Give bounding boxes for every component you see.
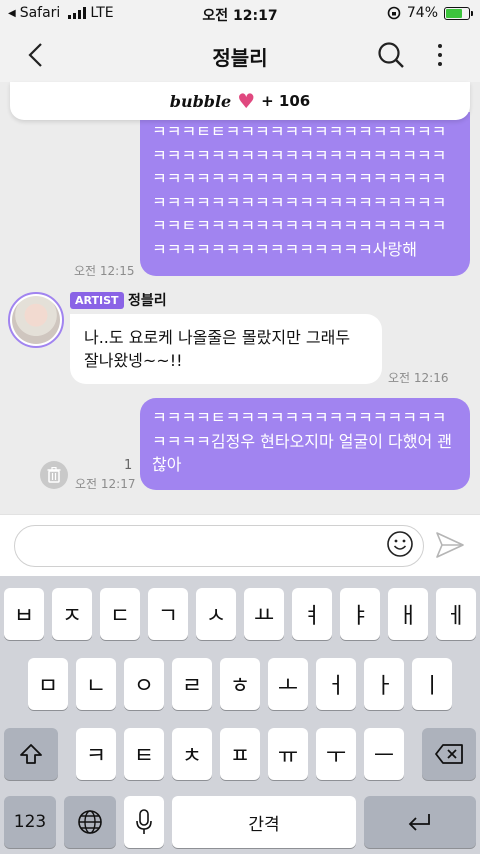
search-icon[interactable] (376, 40, 406, 70)
outgoing-message[interactable]: ㅋㅋㅋㅌㅌㅋㅋㅋㅋㅋㅋㅋㅋㅋㅋㅋㅋㅋㅋㅋㅋㅋㅋㅋㅋㅋㅋㅋㅋㅋㅋㅋㅋㅋㅋㅋㅋㅋㅋㅋ… (140, 112, 470, 276)
key[interactable]: ㅣ (412, 658, 452, 710)
globe-icon (78, 810, 102, 834)
shift-key[interactable] (4, 728, 58, 780)
key[interactable]: ㅐ (388, 588, 428, 640)
key[interactable]: ㅛ (244, 588, 284, 640)
key[interactable]: ㅑ (340, 588, 380, 640)
artist-badge: ARTIST (70, 292, 124, 309)
globe-key[interactable] (64, 796, 116, 848)
key[interactable]: ㅕ (292, 588, 332, 640)
bubble-logo: bubble (169, 91, 232, 111)
key[interactable]: ㅅ (196, 588, 236, 640)
keyboard: 123 간격 ㅂㅈㄷㄱㅅㅛㅕㅑㅐㅔㅁㄴㅇㄹㅎㅗㅓㅏㅣㅋㅌㅊㅍㅠㅜㅡ (0, 576, 480, 854)
backspace-key[interactable] (422, 728, 476, 780)
key[interactable]: ㅓ (316, 658, 356, 710)
key[interactable]: ㅍ (220, 728, 260, 780)
key[interactable]: ㅠ (268, 728, 308, 780)
key[interactable]: ㄹ (172, 658, 212, 710)
return-icon (408, 814, 430, 831)
key[interactable]: ㅌ (124, 728, 164, 780)
send-icon[interactable] (434, 530, 466, 560)
key[interactable]: ㄷ (100, 588, 140, 640)
message-timestamp: 오전 12:16 (388, 371, 449, 385)
key[interactable]: ㅊ (172, 728, 212, 780)
rotation-lock-icon (387, 6, 401, 20)
bubble-count: + 106 (261, 92, 311, 110)
status-bar: ◀ Safari LTE 오전 12:17 74% (0, 0, 480, 28)
message-input[interactable] (27, 532, 377, 560)
key[interactable]: ㅎ (220, 658, 260, 710)
return-key[interactable] (364, 796, 476, 848)
heart-icon: ♥ (237, 89, 256, 113)
key[interactable]: ㅡ (364, 728, 404, 780)
message-input-container (14, 525, 424, 567)
key[interactable]: ㅜ (316, 728, 356, 780)
key[interactable]: ㅁ (28, 658, 68, 710)
key[interactable]: ㅋ (76, 728, 116, 780)
message-timestamp: 오전 12:17 (75, 477, 136, 491)
more-menu-icon[interactable] (430, 40, 450, 70)
numbers-key[interactable]: 123 (4, 796, 56, 848)
chat-title: 정블리 (212, 46, 268, 70)
key[interactable]: ㅈ (52, 588, 92, 640)
key[interactable]: ㄱ (148, 588, 188, 640)
outgoing-message[interactable]: ㅋㅋㅋㅋㅌㅋㅋㅋㅋㅋㅋㅋㅋㅋㅋㅋㅋㅋㅋㅋㅋㅋㅋㅋ김정우 현타오지마 얼굴이 다했… (140, 398, 470, 490)
space-key[interactable]: 간격 (172, 796, 356, 848)
key[interactable]: ㅇ (124, 658, 164, 710)
unread-count: 1 (124, 458, 133, 473)
artist-name: 정블리 (128, 293, 167, 309)
message-timestamp: 오전 12:15 (74, 264, 135, 278)
microphone-icon (136, 809, 152, 834)
key[interactable]: ㅂ (4, 588, 44, 640)
emoji-icon[interactable] (386, 530, 414, 558)
chat-header: 정블리 (0, 28, 480, 82)
key[interactable]: ㅗ (268, 658, 308, 710)
artist-avatar[interactable] (8, 292, 64, 348)
battery-icon (444, 6, 473, 20)
key[interactable]: ㅔ (436, 588, 476, 640)
mic-key[interactable] (124, 796, 164, 848)
battery-percent: 74% (406, 5, 438, 21)
incoming-message[interactable]: 나..도 요로케 나올줄은 몰랐지만 그래두 잘나왔넹~~!! (70, 314, 382, 384)
key[interactable]: ㄴ (76, 658, 116, 710)
delete-icon[interactable] (40, 461, 68, 489)
key[interactable]: ㅏ (364, 658, 404, 710)
bubble-count-bar[interactable]: bubble ♥ + 106 (10, 82, 470, 120)
